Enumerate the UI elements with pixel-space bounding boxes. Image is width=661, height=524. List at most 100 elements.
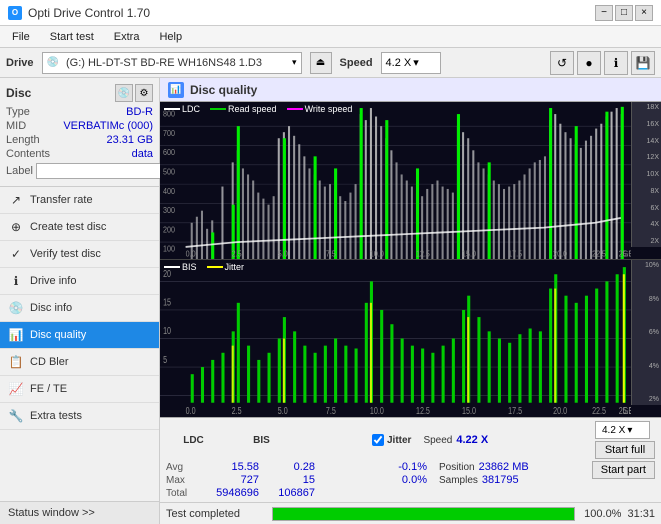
- jitter-legend-line: [207, 266, 223, 268]
- svg-text:22.5: 22.5: [592, 405, 606, 416]
- time-text: 31:31: [627, 508, 655, 520]
- menu-help[interactable]: Help: [151, 29, 190, 45]
- avg-row: Avg 15.58 0.28: [166, 461, 366, 473]
- svg-text:200: 200: [163, 225, 176, 235]
- disc-icon-btn2[interactable]: ⚙: [135, 84, 153, 102]
- nav-verify-test-disc[interactable]: ✓ Verify test disc: [0, 241, 159, 268]
- extra-tests-icon: 🔧: [8, 408, 24, 424]
- upper-chart-svg: 800 700 600 500 400 300 200 100: [160, 102, 631, 259]
- nav-create-test-disc[interactable]: ⊕ Create test disc: [0, 214, 159, 241]
- create-test-disc-icon: ⊕: [8, 219, 24, 235]
- eject-button[interactable]: ⏏: [310, 52, 332, 74]
- stats-header-row: LDC BIS Jitter Speed 4.22 X 4.2 X ▾: [166, 421, 655, 459]
- disc-label-row: Label 🔍: [6, 162, 153, 180]
- nav-disc-quality-label: Disc quality: [30, 329, 86, 341]
- progress-bar-container: [272, 507, 575, 521]
- menu-start-test[interactable]: Start test: [42, 29, 102, 45]
- disc-type-value: BD-R: [126, 106, 153, 118]
- drive-select[interactable]: 💿 (G:) HL-DT-ST BD-RE WH16NS48 1.D3 ▾: [42, 52, 302, 74]
- disc-type-label: Type: [6, 106, 30, 118]
- samples-row: Samples 381795: [439, 474, 529, 486]
- ldc-legend-label: LDC: [182, 104, 200, 114]
- speed-info: Speed 4.22 X: [423, 434, 488, 446]
- disc-mid-label: MID: [6, 120, 26, 132]
- jitter-values: -0.1% 0.0%: [372, 461, 427, 486]
- svg-text:7.5: 7.5: [326, 405, 336, 416]
- upper-right-yaxis: 18X 16X 14X 12X 10X 8X 6X 4X 2X: [631, 102, 661, 247]
- upper-legend: LDC Read speed Write speed: [164, 104, 352, 114]
- nav-drive-info[interactable]: ℹ Drive info: [0, 268, 159, 295]
- speed-stat-value: 4.22 X: [456, 434, 488, 446]
- nav-extra-tests[interactable]: 🔧 Extra tests: [0, 403, 159, 430]
- disc-mid-row: MID VERBATIMc (000): [6, 120, 153, 132]
- maximize-button[interactable]: □: [615, 5, 633, 21]
- start-full-button[interactable]: Start full: [595, 441, 655, 459]
- main-layout: Disc 💿 ⚙ Type BD-R MID VERBATIMc (000) L…: [0, 78, 661, 524]
- jitter-legend-label: Jitter: [225, 262, 245, 272]
- nav-disc-info[interactable]: 💿 Disc info: [0, 295, 159, 322]
- max-ldc: 727: [214, 474, 259, 486]
- speed-value: 4.2 X: [386, 57, 412, 69]
- jitter-checkbox[interactable]: [372, 434, 384, 446]
- svg-text:15.0: 15.0: [462, 249, 477, 259]
- status-window-button[interactable]: Status window >>: [0, 501, 159, 524]
- progress-text: 100.0%: [581, 508, 621, 520]
- nav-disc-quality[interactable]: 📊 Disc quality: [0, 322, 159, 349]
- toolbar-buttons: ↺ ● ℹ 💾: [550, 51, 655, 75]
- speed-label: Speed: [340, 57, 373, 69]
- position-label: Position: [439, 462, 475, 473]
- jitter-check-group: Jitter: [372, 434, 411, 446]
- svg-text:5: 5: [163, 354, 167, 365]
- svg-text:15.0: 15.0: [462, 405, 476, 416]
- lower-chart: BIS Jitter 20 15: [160, 259, 661, 417]
- app-icon: O: [8, 6, 22, 20]
- drive-name: (G:) HL-DT-ST BD-RE WH16NS48 1.D3: [66, 57, 288, 69]
- save-button[interactable]: 💾: [631, 51, 655, 75]
- stats-col-headers: LDC BIS: [166, 435, 366, 446]
- window-controls: − □ ×: [595, 5, 653, 21]
- drive-label: Drive: [6, 57, 34, 69]
- nav-fe-te-label: FE / TE: [30, 383, 67, 395]
- ldc-header: LDC: [166, 435, 221, 446]
- panel-icon: 📊: [168, 82, 184, 98]
- menu-file[interactable]: File: [4, 29, 38, 45]
- info-button[interactable]: ℹ: [604, 51, 628, 75]
- disc-length-value: 23.31 GB: [107, 134, 153, 146]
- disc-contents-row: Contents data: [6, 148, 153, 160]
- upper-chart: LDC Read speed Write speed: [160, 102, 661, 259]
- disc-icon-btn1[interactable]: 💿: [115, 84, 133, 102]
- nav-fe-te[interactable]: 📈 FE / TE: [0, 376, 159, 403]
- close-button[interactable]: ×: [635, 5, 653, 21]
- burn-button[interactable]: ●: [577, 51, 601, 75]
- speed-arrow: ▾: [413, 56, 419, 69]
- menu-extra[interactable]: Extra: [106, 29, 148, 45]
- speed-dropdown[interactable]: 4.2 X ▾: [595, 421, 650, 439]
- speed-stat-label: Speed: [423, 435, 452, 446]
- refresh-button[interactable]: ↺: [550, 51, 574, 75]
- svg-text:500: 500: [163, 167, 176, 177]
- nav-transfer-rate[interactable]: ↗ Transfer rate: [0, 187, 159, 214]
- svg-text:100: 100: [163, 244, 176, 254]
- bis-header: BIS: [239, 435, 284, 446]
- svg-text:2.5: 2.5: [232, 405, 242, 416]
- panel-header: 📊 Disc quality: [160, 78, 661, 102]
- max-bis: 15: [277, 474, 315, 486]
- title-bar: O Opti Drive Control 1.70 − □ ×: [0, 0, 661, 26]
- minimize-button[interactable]: −: [595, 5, 613, 21]
- svg-text:GB: GB: [623, 405, 631, 416]
- avg-label: Avg: [166, 462, 196, 473]
- position-row: Position 23862 MB: [439, 461, 529, 473]
- svg-text:15: 15: [163, 296, 171, 307]
- nav-cd-bier[interactable]: 📋 CD Bler: [0, 349, 159, 376]
- write-speed-legend-label: Write speed: [305, 104, 353, 114]
- max-label: Max: [166, 475, 196, 486]
- avg-ldc: 15.58: [214, 461, 259, 473]
- start-part-button[interactable]: Start part: [592, 461, 655, 479]
- total-label: Total: [166, 488, 196, 499]
- label-input[interactable]: [36, 163, 170, 179]
- stats-values-row: Avg 15.58 0.28 Max 727 15 Total 5948696 …: [166, 461, 655, 499]
- transfer-rate-icon: ↗: [8, 192, 24, 208]
- status-text: Test completed: [166, 508, 266, 520]
- speed-select[interactable]: 4.2 X ▾: [381, 52, 441, 74]
- start-part-container: Start part: [592, 461, 655, 479]
